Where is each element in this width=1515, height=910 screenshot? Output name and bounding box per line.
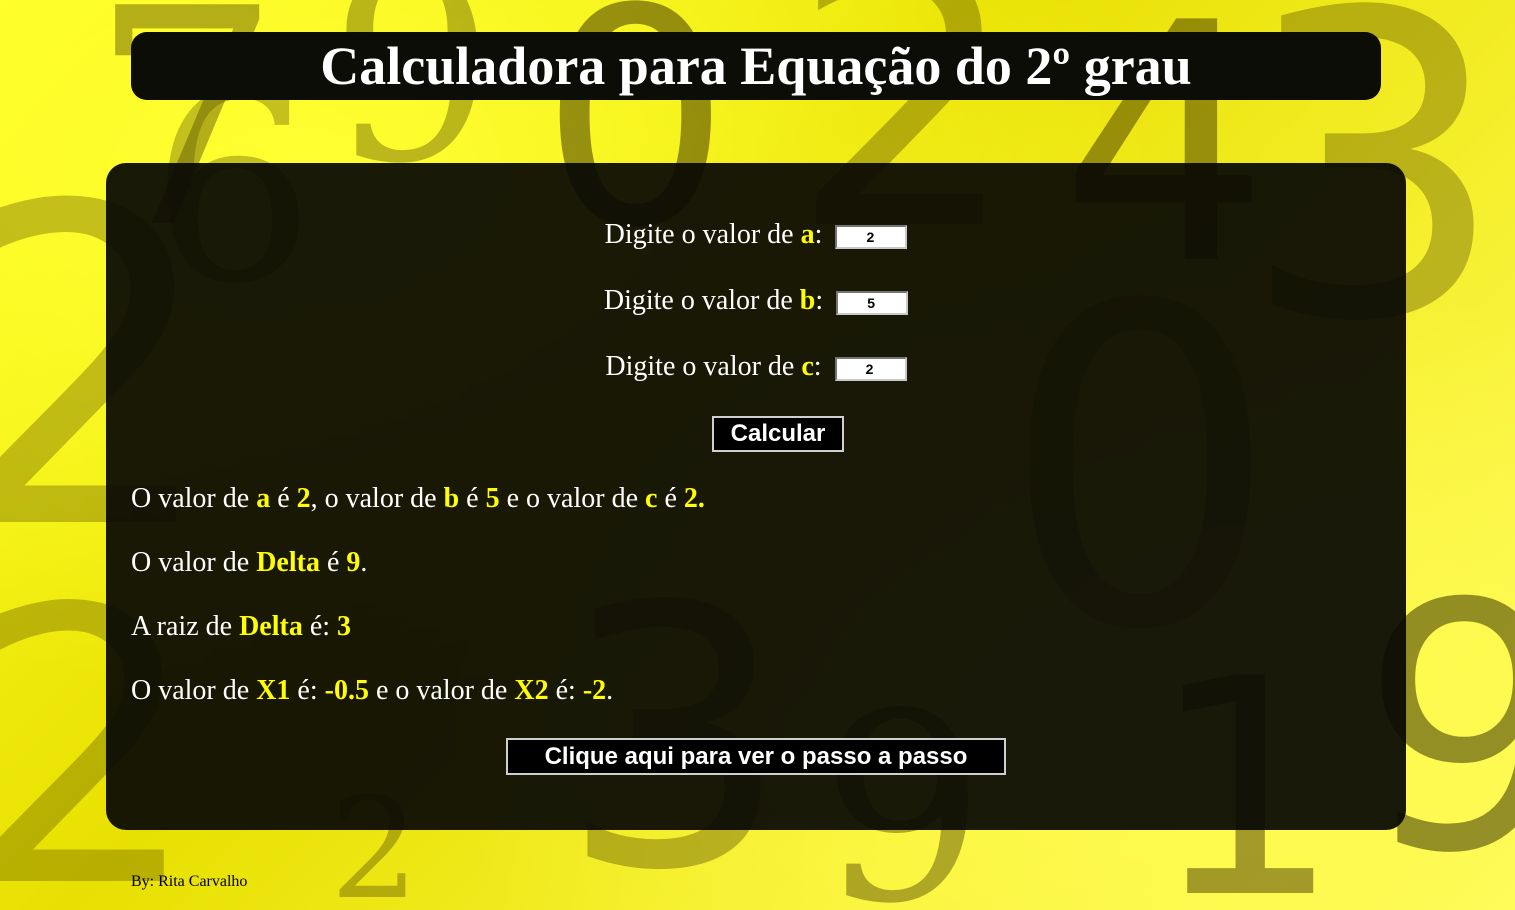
colon-label: :	[814, 219, 823, 250]
result-text: é:	[548, 675, 583, 706]
x1-label: X1	[256, 675, 291, 706]
field-row-c: Digite o valor de c:	[106, 351, 1406, 383]
result-text: é	[459, 483, 486, 514]
delta-value: 9	[346, 547, 361, 578]
result-var-c: c	[645, 483, 658, 514]
header-bar: Calculadora para Equação do 2º grau	[131, 32, 1381, 100]
result-text: é	[657, 483, 684, 514]
result-text: é:	[302, 611, 338, 642]
result-text: e o valor de	[499, 483, 645, 514]
result-delta: O valor de Delta é 9.	[131, 547, 367, 579]
var-a-label: a	[800, 219, 815, 250]
result-var-b: b	[443, 483, 460, 514]
result-var-a: a	[256, 483, 271, 514]
var-b-label: b	[799, 285, 816, 316]
x2-label: X2	[514, 675, 549, 706]
result-text: é	[319, 547, 347, 578]
result-text: é	[270, 483, 297, 514]
x1-value: -0.5	[324, 675, 369, 706]
calculate-button[interactable]: Calcular	[712, 416, 844, 452]
colon-label: :	[813, 351, 822, 382]
result-text: A raiz de	[131, 611, 240, 642]
field-row-a: Digite o valor de a:	[106, 219, 1406, 251]
field-row-b: Digite o valor de b:	[106, 285, 1406, 317]
x2-value: -2	[582, 675, 607, 706]
delta-root-value: 3	[337, 611, 352, 642]
field-label-a: Digite o valor de	[604, 219, 801, 250]
result-delta-root: A raiz de Delta é: 3	[131, 611, 351, 643]
result-text: O valor de	[131, 675, 257, 706]
result-text: e o valor de	[368, 675, 515, 706]
input-c[interactable]	[834, 356, 907, 381]
result-text: é:	[290, 675, 325, 706]
author-credit: By: Rita Carvalho	[131, 873, 248, 890]
input-b[interactable]	[836, 290, 909, 315]
colon-label: :	[815, 285, 824, 316]
result-text: O valor de	[131, 483, 257, 514]
field-label-c: Digite o valor de	[605, 351, 802, 382]
result-text: .	[606, 675, 614, 706]
input-a[interactable]	[835, 224, 908, 249]
result-roots: O valor de X1 é: -0.5 e o valor de X2 é:…	[131, 675, 613, 707]
var-c-label: c	[801, 351, 814, 382]
calculator-panel: Digite o valor de a: Digite o valor de b…	[106, 163, 1406, 830]
result-a-value: 2	[296, 483, 311, 514]
result-text: O valor de	[131, 547, 257, 578]
delta-label: Delta	[256, 547, 320, 578]
result-values: O valor de a é 2, o valor de b é 5 e o v…	[131, 483, 705, 515]
result-b-value: 5	[485, 483, 500, 514]
field-label-b: Digite o valor de	[603, 285, 800, 316]
step-by-step-button[interactable]: Clique aqui para ver o passo a passo	[506, 738, 1006, 775]
result-text: , o valor de	[310, 483, 444, 514]
result-c-value: 2.	[683, 483, 705, 514]
delta-label: Delta	[239, 611, 303, 642]
result-text: .	[360, 547, 368, 578]
page-title: Calculadora para Equação do 2º grau	[320, 36, 1192, 96]
